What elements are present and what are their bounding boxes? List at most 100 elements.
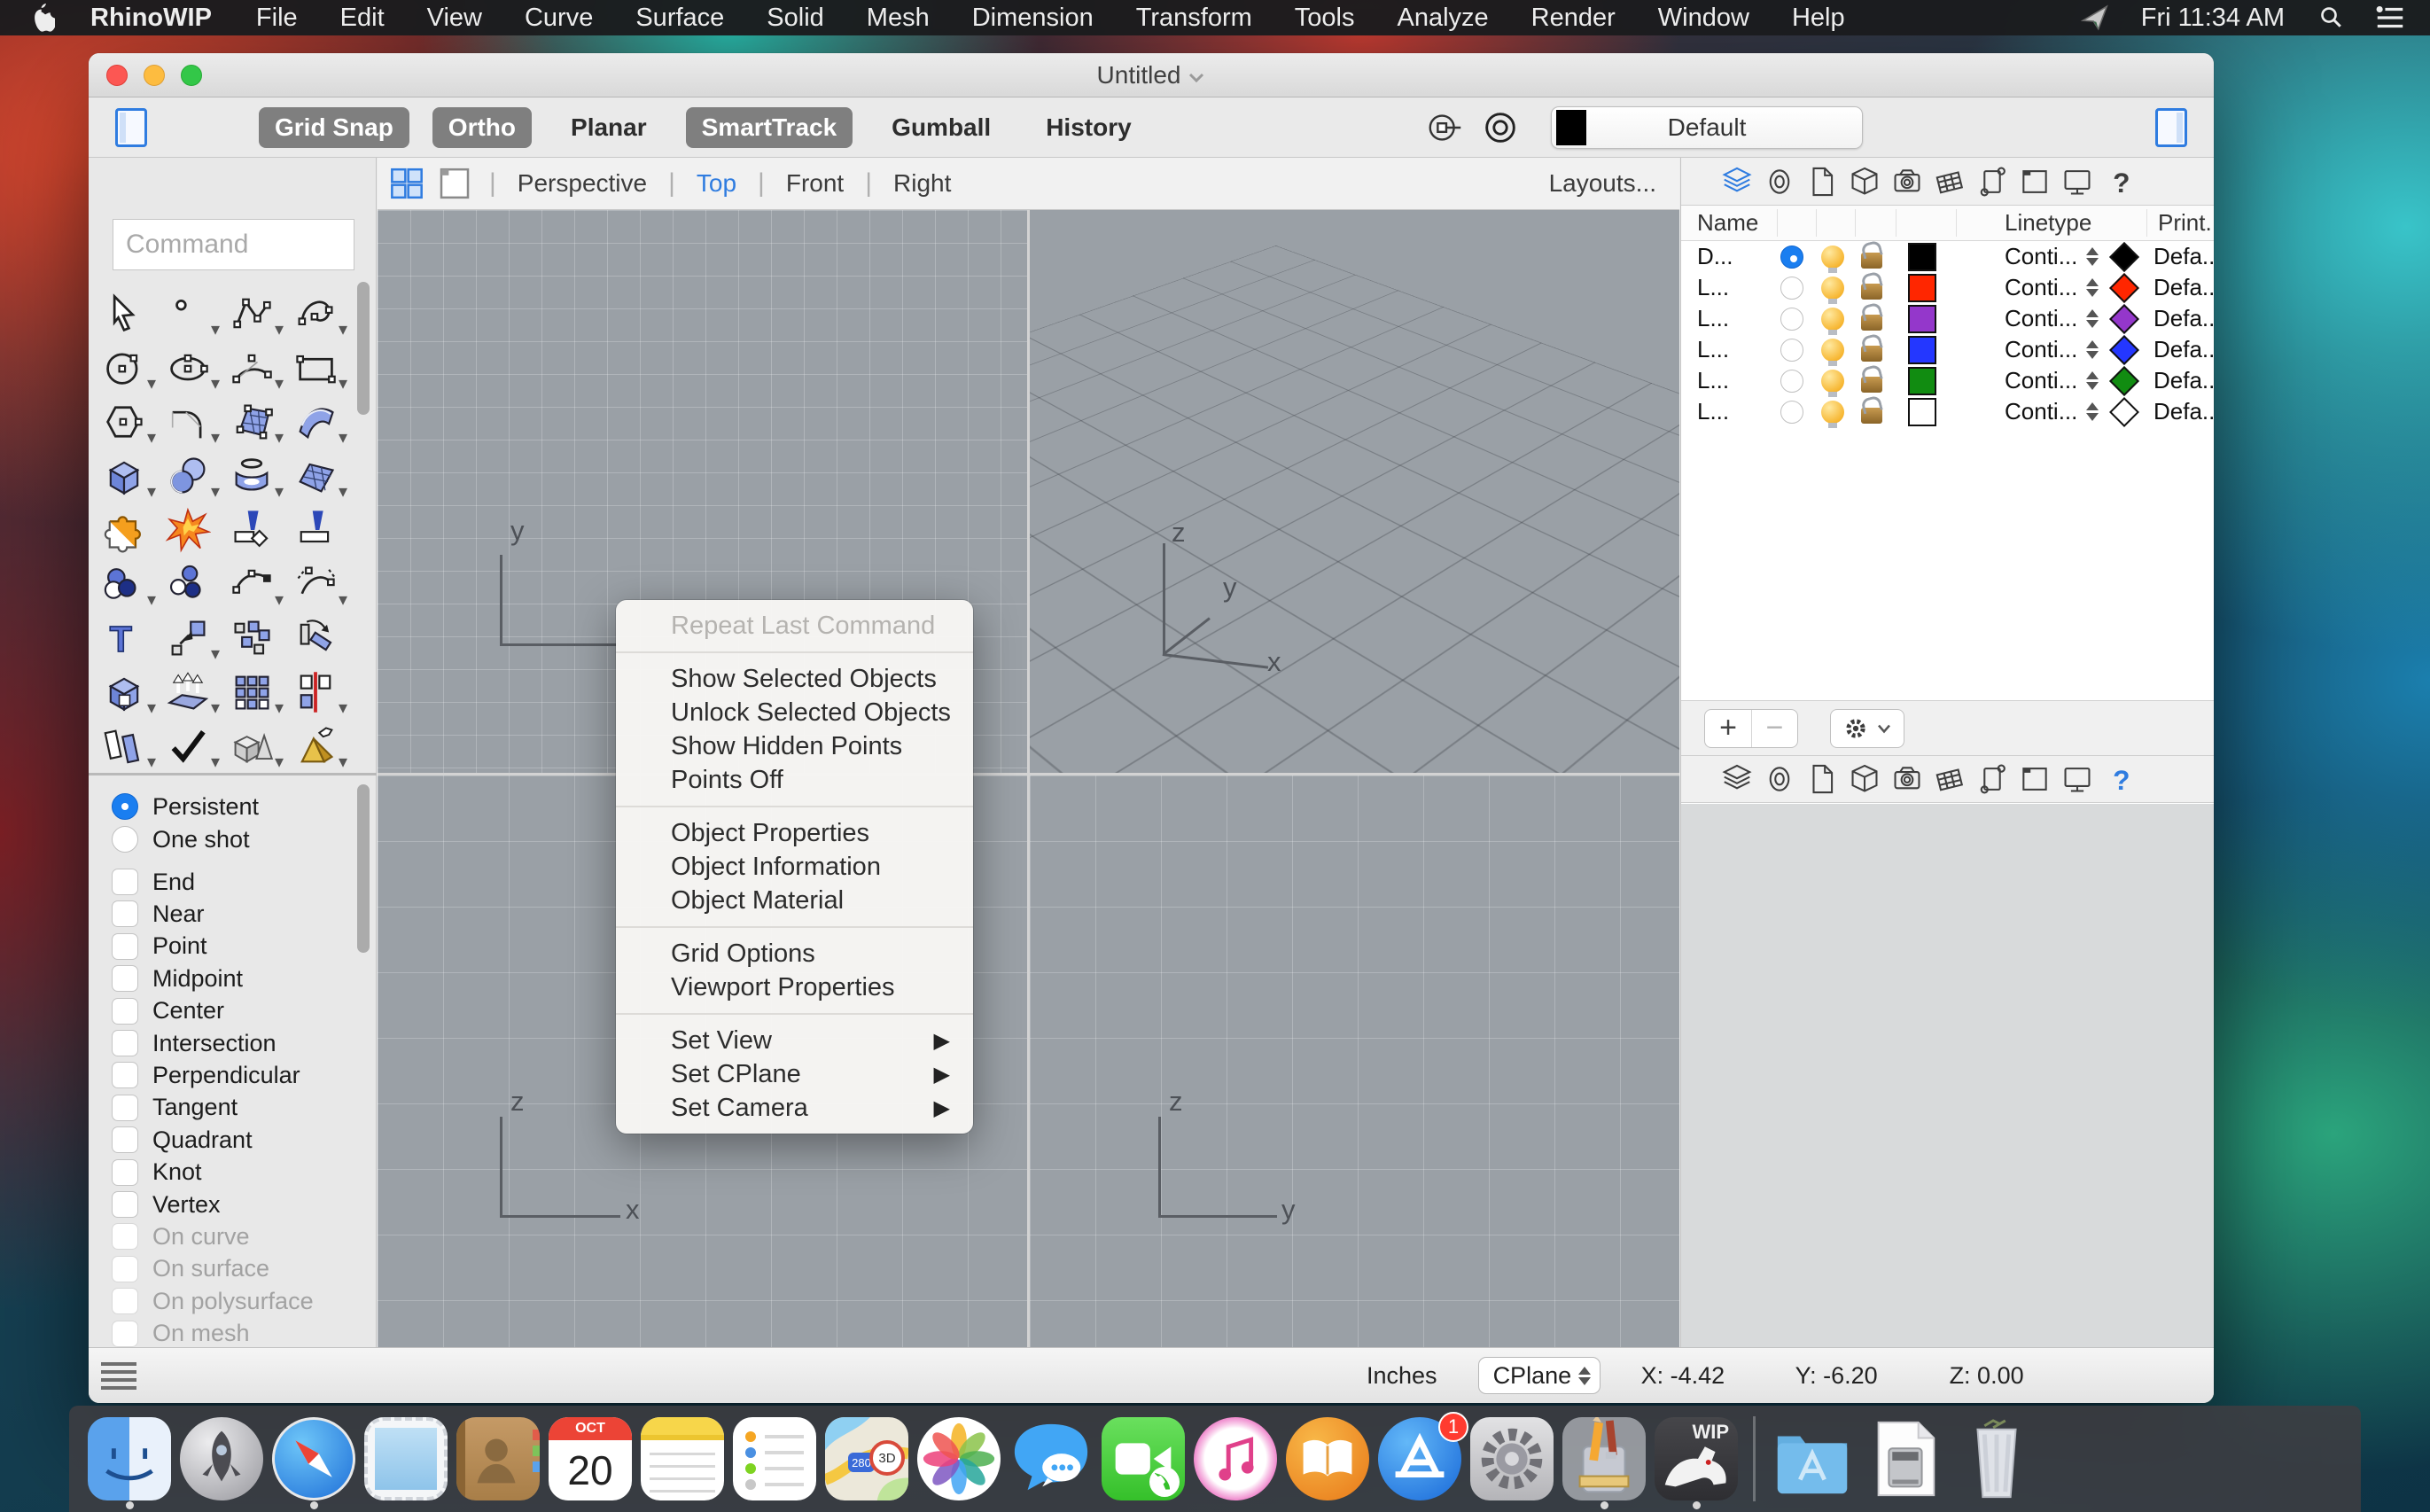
split-tool[interactable]	[292, 507, 342, 553]
toggle-smarttrack[interactable]: SmartTrack	[685, 106, 853, 148]
layer-name[interactable]: L...	[1697, 305, 1729, 332]
layer-print[interactable]: Defa...	[2154, 274, 2214, 301]
adjust-curve-tool[interactable]	[229, 561, 284, 611]
layer-row[interactable]: L... Conti... Defa...	[1681, 303, 2214, 335]
dock-launchpad[interactable]	[175, 1407, 268, 1511]
panel-tab-help-icon[interactable]: ?	[2103, 762, 2137, 796]
column-linetype[interactable]: Linetype	[2005, 209, 2091, 237]
layer-material-diamond[interactable]	[2109, 396, 2139, 427]
layer-name[interactable]: L...	[1697, 274, 1729, 301]
current-layer-radio[interactable]	[1780, 245, 1803, 269]
osnap-point[interactable]: Point	[112, 931, 207, 962]
primitives-tool[interactable]	[229, 723, 284, 773]
menu-clock[interactable]: Fri 11:34 AM	[2123, 4, 2302, 33]
column-print[interactable]: Print...	[2158, 209, 2214, 237]
dock-rhino-wip[interactable]: WIP	[1650, 1407, 1742, 1511]
layer-visibility-bulb-icon[interactable]	[1821, 338, 1844, 366]
layer-row[interactable]: L... Conti... Defa...	[1681, 365, 2214, 397]
osnap-center[interactable]: Center	[112, 996, 224, 1026]
panel-tab-monitor-icon[interactable]	[2060, 165, 2094, 199]
dock-design-tools[interactable]	[1558, 1407, 1650, 1511]
osnap-tangent[interactable]: Tangent	[112, 1093, 238, 1123]
single-pane-layout-icon[interactable]	[436, 166, 473, 201]
layer-row[interactable]: L... Conti... Defa...	[1681, 396, 2214, 428]
title-chevron-icon[interactable]	[1188, 71, 1205, 83]
cylinder-tool[interactable]	[229, 453, 284, 503]
notification-list-icon[interactable]	[2373, 1, 2407, 35]
context-item-set-view[interactable]: Set View ▶	[616, 1024, 973, 1057]
layer-print[interactable]: Defa...	[2154, 243, 2214, 270]
layer-linetype[interactable]: Conti...	[2005, 367, 2099, 394]
osnap-midpoint[interactable]: Midpoint	[112, 963, 243, 994]
layer-visibility-bulb-icon[interactable]	[1821, 245, 1844, 273]
menu-item-solid[interactable]: Solid	[745, 4, 845, 32]
layer-linetype[interactable]: Conti...	[2005, 336, 2099, 363]
dock-trash[interactable]	[1951, 1407, 2043, 1511]
layer-linetype[interactable]: Conti...	[2005, 398, 2099, 425]
checkbox-icon[interactable]	[112, 1062, 138, 1089]
mirror-tool[interactable]	[292, 669, 347, 719]
menu-item-analyze[interactable]: Analyze	[1375, 4, 1509, 32]
circle-tool[interactable]	[101, 345, 156, 394]
continuity-tool[interactable]	[292, 561, 347, 611]
context-item-show-hidden-points[interactable]: Show Hidden Points	[616, 729, 973, 763]
layer-actions-button[interactable]	[1830, 708, 1904, 748]
menu-item-window[interactable]: Window	[1637, 4, 1771, 32]
panel-tab-notes-icon[interactable]	[1975, 762, 2009, 796]
menu-app-name[interactable]: RhinoWIP	[67, 4, 235, 33]
layer-lock-icon[interactable]	[1861, 246, 1882, 269]
panel-tab-help-icon[interactable]: ?	[2103, 165, 2137, 199]
boolean-tool[interactable]	[101, 561, 156, 611]
sphere-tool[interactable]	[165, 453, 220, 503]
menu-item-surface[interactable]: Surface	[614, 4, 745, 32]
context-item-set-cplane[interactable]: Set CPlane ▶	[616, 1057, 973, 1091]
dock-mail[interactable]	[360, 1407, 452, 1511]
layer-visibility-bulb-icon[interactable]	[1821, 369, 1844, 397]
osnap-point-icon[interactable]	[1425, 107, 1466, 148]
menu-item-dimension[interactable]: Dimension	[951, 4, 1115, 32]
statusbar-menu-icon[interactable]	[101, 1361, 136, 1390]
context-item-viewport-properties[interactable]: Viewport Properties	[616, 970, 973, 1004]
osnap-scrollbar[interactable]	[357, 784, 370, 953]
select-tool[interactable]	[101, 291, 151, 337]
panel-tab-display-icon[interactable]	[1763, 165, 1796, 199]
rotate-tool[interactable]	[292, 615, 342, 661]
panel-tab-materials-icon[interactable]	[1933, 165, 1967, 199]
panel-tab-layers-icon[interactable]	[1720, 165, 1754, 199]
context-item-points-off[interactable]: Points Off	[616, 763, 973, 797]
menu-item-edit[interactable]: Edit	[319, 4, 406, 32]
osnap-perpendicular[interactable]: Perpendicular	[112, 1060, 300, 1090]
text-tool[interactable]: T	[101, 615, 151, 661]
layer-color-swatch[interactable]	[1908, 273, 1936, 302]
layer-lock-icon[interactable]	[1861, 277, 1882, 300]
fillet-tool[interactable]	[165, 399, 220, 448]
layer-linetype[interactable]: Conti...	[2005, 243, 2099, 270]
layouts-button[interactable]: Layouts...	[1549, 169, 1656, 198]
dock-applications-folder[interactable]	[1766, 1407, 1858, 1511]
spotlight-icon[interactable]	[2315, 1, 2348, 35]
viewport-tab-top[interactable]: Top	[691, 169, 742, 197]
checkbox-icon[interactable]	[112, 900, 138, 928]
current-layer-radio[interactable]	[1780, 276, 1803, 300]
context-item-object-material[interactable]: Object Material	[616, 884, 973, 917]
right-panel-toggle-icon[interactable]	[2155, 107, 2187, 147]
dock-safari[interactable]	[268, 1407, 360, 1511]
layer-material-diamond[interactable]	[2109, 303, 2139, 334]
group-tool[interactable]	[165, 561, 214, 607]
layer-row[interactable]: D... Conti... Defa...	[1681, 241, 2214, 273]
current-layer-radio[interactable]	[1780, 369, 1803, 393]
dock-finder[interactable]	[83, 1407, 175, 1511]
point-tool[interactable]	[165, 291, 220, 340]
layer-print[interactable]: Defa...	[2154, 305, 2214, 332]
surface-patch-tool[interactable]	[292, 453, 347, 503]
toggle-history[interactable]: History	[1030, 107, 1147, 148]
panel-tab-display-icon[interactable]	[1763, 762, 1796, 796]
osnap-mode-persistent[interactable]: Persistent	[112, 791, 259, 822]
dock-messages[interactable]	[1005, 1407, 1097, 1511]
layer-material-diamond[interactable]	[2109, 272, 2139, 303]
context-item-show-selected-objects[interactable]: Show Selected Objects	[616, 662, 973, 696]
menu-item-curve[interactable]: Curve	[503, 4, 614, 32]
checkbox-icon[interactable]	[112, 1030, 138, 1056]
current-layer-radio[interactable]	[1780, 307, 1803, 331]
checkbox-icon[interactable]	[112, 869, 138, 895]
